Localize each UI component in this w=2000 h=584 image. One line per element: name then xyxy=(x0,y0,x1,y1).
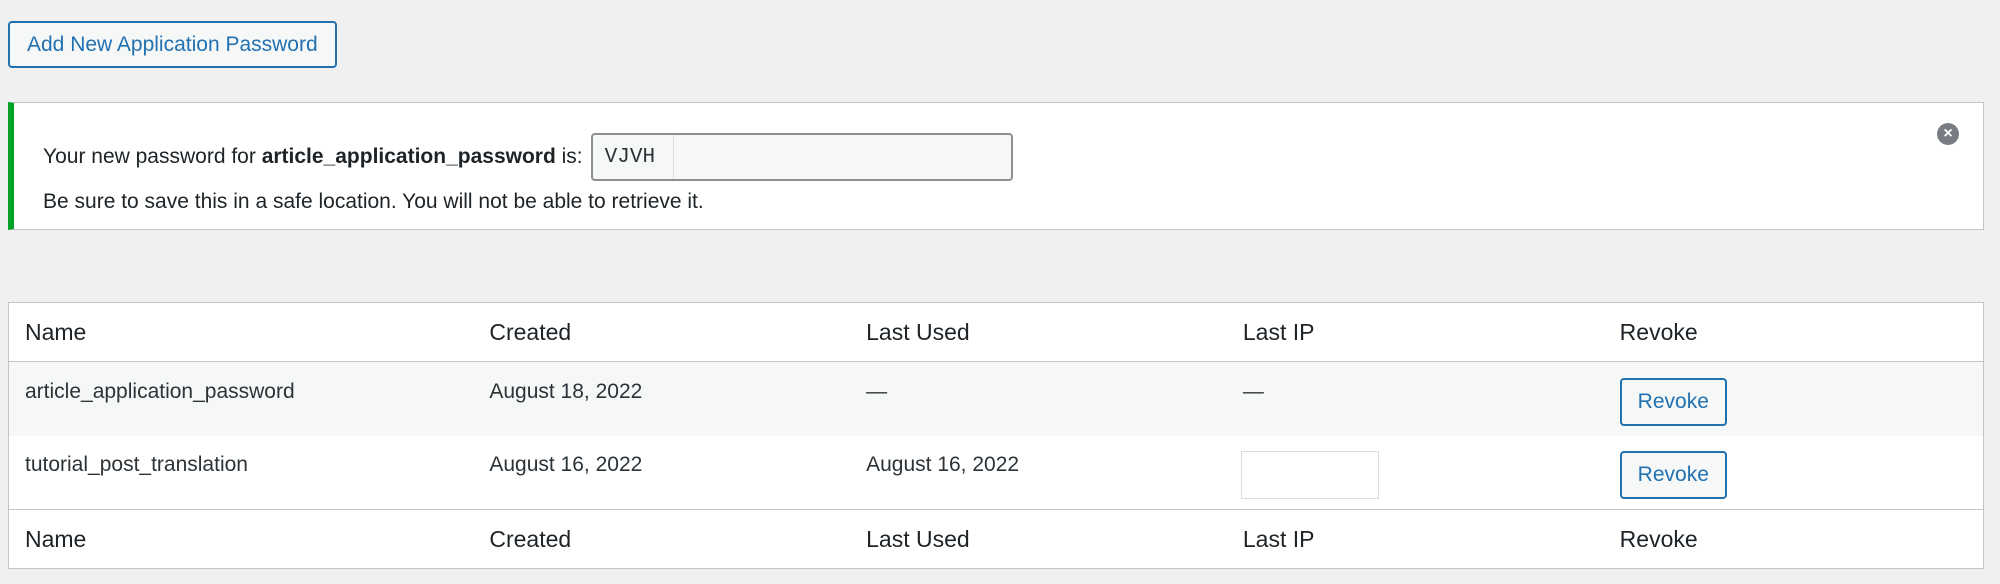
row-name-cell: article_application_password xyxy=(8,361,474,436)
row-name: tutorial_post_translation xyxy=(25,453,248,477)
column-footer-last-ip: Last IP xyxy=(1226,509,1604,569)
column-footer-created: Created xyxy=(473,509,851,569)
notice-suffix: is: xyxy=(561,145,583,168)
new-password-field[interactable]: VJVH xyxy=(590,133,1013,181)
row-name: article_application_password xyxy=(25,379,295,403)
row-revoke-cell: Revoke xyxy=(1603,361,1984,436)
new-password-value: VJVH xyxy=(604,145,656,169)
new-password-message: Your new password for article_applicatio… xyxy=(43,133,1013,181)
column-footer-name: Name xyxy=(8,509,474,569)
column-header-last-used: Last Used xyxy=(850,302,1227,362)
row-created: August 18, 2022 xyxy=(489,379,643,403)
column-header-revoke: Revoke xyxy=(1603,302,1984,362)
table-header-row: Name Created Last Used Last IP Revoke xyxy=(8,302,1984,362)
row-last-used-cell: — xyxy=(850,361,1227,436)
row-created-cell: August 16, 2022 xyxy=(473,435,851,510)
row-last-ip-cell: — xyxy=(1226,361,1604,436)
password-field-remainder xyxy=(673,135,999,179)
table-footer-row: Name Created Last Used Last IP Revoke xyxy=(8,509,1984,569)
notice-prefix: Your new password for xyxy=(43,145,256,168)
row-created: August 16, 2022 xyxy=(489,453,643,477)
column-header-created: Created xyxy=(473,302,851,362)
column-header-name: Name xyxy=(8,302,474,362)
column-footer-last-used: Last Used xyxy=(850,509,1227,569)
add-new-application-password-button[interactable]: Add New Application Password xyxy=(8,21,337,68)
row-last-ip: — xyxy=(1242,379,1264,403)
dismiss-icon[interactable]: × xyxy=(1937,123,1959,145)
notice-warning: Be sure to save this in a safe location.… xyxy=(43,190,704,213)
row-name-cell: tutorial_post_translation xyxy=(8,435,474,510)
new-password-notice: Your new password for article_applicatio… xyxy=(8,102,1984,230)
notice-app-name: article_application_password xyxy=(261,145,556,168)
row-last-used: August 16, 2022 xyxy=(866,453,1020,477)
row-last-used: — xyxy=(866,379,888,403)
table-row: article_application_password August 18, … xyxy=(8,361,1984,436)
row-created-cell: August 18, 2022 xyxy=(473,361,851,436)
column-footer-revoke: Revoke xyxy=(1603,509,1984,569)
table-row: tutorial_post_translation August 16, 202… xyxy=(8,435,1984,510)
row-last-ip-cell xyxy=(1226,435,1604,510)
password-redaction xyxy=(659,140,674,174)
row-last-used-cell: August 16, 2022 xyxy=(850,435,1227,510)
revoke-button[interactable]: Revoke xyxy=(1619,377,1727,426)
row-last-ip-redacted xyxy=(1240,451,1379,500)
application-passwords-table: Name Created Last Used Last IP Revoke ar… xyxy=(8,302,1984,569)
row-revoke-cell: Revoke xyxy=(1603,435,1984,510)
column-header-last-ip: Last IP xyxy=(1226,302,1604,362)
revoke-button[interactable]: Revoke xyxy=(1619,451,1727,500)
